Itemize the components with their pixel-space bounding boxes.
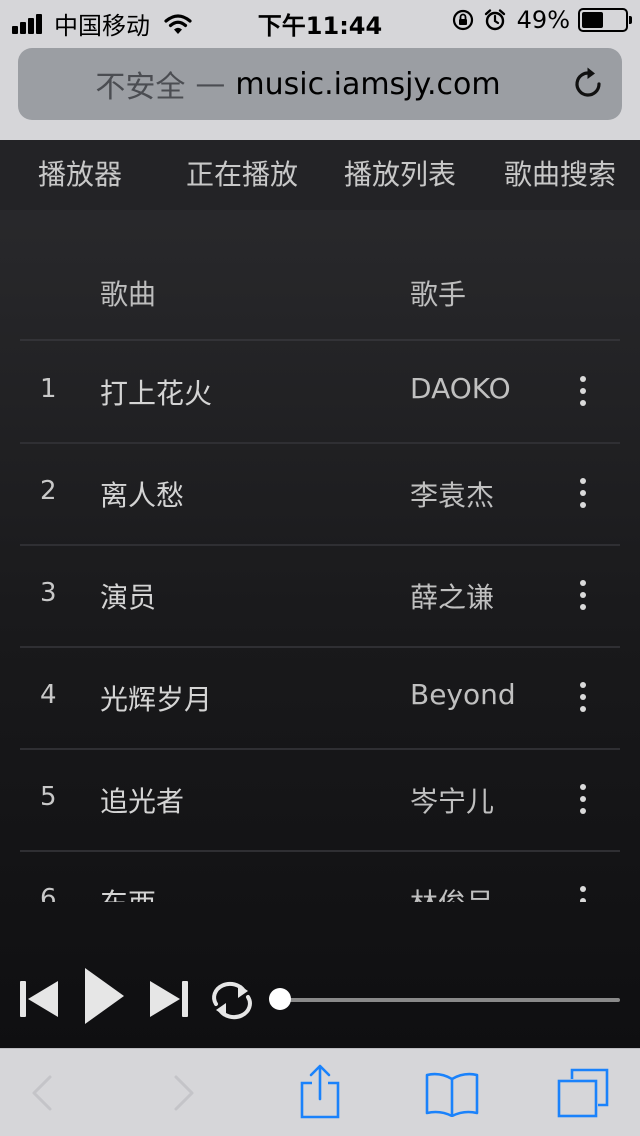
header-artist: 歌手 (410, 278, 467, 311)
more-vertical-icon[interactable] (576, 682, 590, 716)
next-icon[interactable] (148, 978, 190, 1020)
row-song[interactable]: 打上花火 (100, 372, 212, 412)
table-row[interactable]: 1 打上花火 DAOKO (20, 342, 620, 444)
security-label: 不安全 (95, 70, 186, 105)
row-artist: 岑宁儿 (410, 785, 495, 818)
header-song: 歌曲 (100, 278, 157, 311)
playlist-rows: 1 打上花火 DAOKO 2 离人愁 李袁杰 3 演员 薛之谦 4 光辉岁月 B… (20, 342, 620, 902)
back-icon[interactable] (28, 1073, 56, 1113)
row-number: 4 (40, 680, 57, 710)
tab-player[interactable]: 播放器 (38, 140, 122, 210)
browser-toolbar (0, 1048, 640, 1136)
music-app: 播放器 正在播放 播放列表 歌曲搜索 歌曲 歌手 1 打上花火 DAOKO 2 … (0, 140, 640, 1048)
bookmarks-icon[interactable] (424, 1069, 480, 1117)
table-row[interactable]: 3 演员 薛之谦 (20, 546, 620, 648)
url-domain: music.iamsjy.com (235, 66, 501, 102)
battery-fill (582, 12, 603, 28)
battery-percent: 49% (516, 6, 570, 34)
row-artist: 薛之谦 (410, 581, 495, 614)
browser-top-chrome: 中国移动 下午11:44 49% 不安全 — music.iamsjy.com (0, 0, 640, 140)
share-icon[interactable] (298, 1063, 342, 1121)
row-song[interactable]: 光辉岁月 (100, 678, 212, 718)
table-row[interactable]: 6 东西 林俊呈 (20, 852, 620, 902)
previous-icon[interactable] (18, 978, 60, 1020)
url-separator: — (195, 66, 226, 102)
row-song[interactable]: 演员 (100, 576, 156, 616)
row-artist: 林俊呈 (410, 882, 494, 902)
more-vertical-icon[interactable] (576, 478, 590, 512)
player-controls (0, 950, 640, 1030)
loop-icon[interactable] (208, 980, 256, 1020)
more-vertical-icon[interactable] (576, 580, 590, 614)
alarm-icon (484, 9, 505, 31)
play-icon[interactable] (82, 966, 126, 1026)
more-vertical-icon[interactable] (576, 784, 590, 818)
battery-icon (578, 8, 632, 32)
row-artist: 李袁杰 (410, 479, 495, 512)
row-number: 3 (40, 578, 57, 608)
tab-song-search[interactable]: 歌曲搜索 (504, 140, 616, 210)
row-artist: Beyond (410, 678, 516, 711)
tabs-icon[interactable] (556, 1067, 610, 1119)
reload-icon[interactable] (568, 64, 608, 104)
playlist-table-header: 歌曲 歌手 (20, 255, 620, 341)
row-number: 2 (40, 476, 57, 506)
tab-playlist[interactable]: 播放列表 (344, 140, 456, 210)
row-song[interactable]: 离人愁 (100, 474, 184, 514)
row-number: 1 (40, 374, 57, 404)
row-artist: DAOKO (410, 372, 511, 405)
progress-track[interactable] (280, 998, 620, 1002)
address-bar[interactable]: 不安全 — music.iamsjy.com (18, 48, 622, 120)
more-vertical-icon[interactable] (576, 886, 590, 902)
row-number: 5 (40, 782, 57, 812)
table-row[interactable]: 2 离人愁 李袁杰 (20, 444, 620, 546)
table-row[interactable]: 5 追光者 岑宁儿 (20, 750, 620, 852)
url-display[interactable]: 不安全 — music.iamsjy.com (18, 48, 578, 120)
progress-knob[interactable] (269, 988, 291, 1010)
status-right: 49% (443, 6, 632, 34)
forward-icon[interactable] (170, 1073, 198, 1113)
more-vertical-icon[interactable] (576, 376, 590, 410)
row-song[interactable]: 追光者 (100, 780, 184, 820)
row-number: 6 (40, 884, 57, 902)
status-bar: 中国移动 下午11:44 49% (0, 0, 640, 40)
table-row[interactable]: 4 光辉岁月 Beyond (20, 648, 620, 750)
row-song[interactable]: 东西 (100, 882, 156, 902)
tab-now-playing[interactable]: 正在播放 (186, 140, 298, 210)
nav-tabs: 播放器 正在播放 播放列表 歌曲搜索 (0, 140, 640, 210)
orientation-lock-icon (452, 9, 473, 31)
